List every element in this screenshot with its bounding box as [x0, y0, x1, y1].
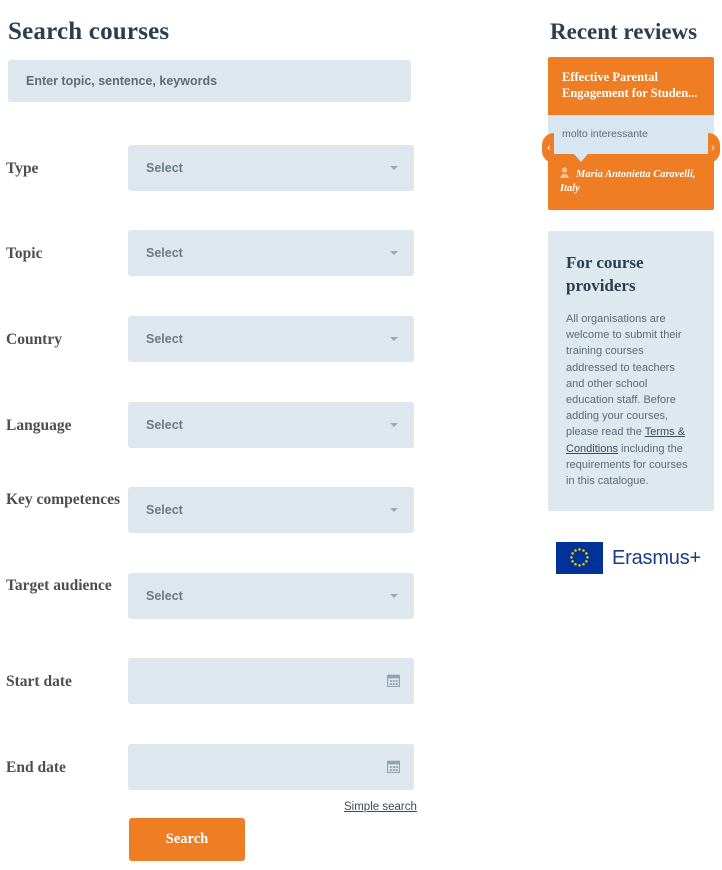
keyword-search-field[interactable]: [8, 60, 411, 102]
search-button[interactable]: Search: [129, 818, 245, 861]
review-course-title[interactable]: Effective Parental Engagement for Studen…: [548, 57, 714, 115]
start-date-input[interactable]: [128, 658, 414, 704]
providers-text-before-link: All organisations are welcome to submit …: [566, 313, 682, 439]
field-row-country: Country Select: [0, 316, 430, 362]
label-target-audience: Target audience: [6, 577, 112, 594]
label-end-date: End date: [6, 759, 66, 776]
simple-search-link[interactable]: Simple search: [344, 801, 417, 813]
select-topic[interactable]: Select: [128, 230, 414, 276]
recent-reviews-title: Recent reviews: [550, 19, 698, 44]
label-topic: Topic: [6, 245, 43, 262]
field-row-topic: Topic Select: [0, 230, 430, 276]
chevron-down-icon: [390, 337, 398, 341]
review-next-button[interactable]: ›: [708, 133, 720, 163]
select-target-audience-value: Select: [146, 589, 183, 603]
search-form-panel: Search courses Type Select Topic Select …: [0, 0, 430, 870]
search-input[interactable]: [8, 60, 411, 102]
erasmus-plus-logo: Erasmus+: [556, 538, 716, 578]
review-author: Maria Antonietta Caravelli, Italy: [548, 154, 714, 210]
select-type-value: Select: [146, 161, 183, 175]
chevron-down-icon: [390, 508, 398, 512]
chevron-down-icon: [390, 251, 398, 255]
end-date-input[interactable]: [128, 744, 414, 790]
field-row-start-date: Start date: [0, 658, 430, 704]
providers-title: For course providers: [566, 253, 644, 295]
providers-text: All organisations are welcome to submit …: [566, 311, 696, 489]
label-key-competences: Key competences: [6, 491, 121, 508]
select-type[interactable]: Select: [128, 145, 414, 191]
select-key-competences-value: Select: [146, 503, 183, 517]
select-language-value: Select: [146, 418, 183, 432]
label-language: Language: [6, 417, 72, 434]
review-card: Effective Parental Engagement for Studen…: [542, 57, 720, 210]
page-title: Search courses: [8, 18, 170, 45]
calendar-icon[interactable]: [387, 760, 400, 773]
sidebar: Recent reviews Effective Parental Engage…: [542, 0, 720, 574]
search-courses-page: Search courses Type Select Topic Select …: [0, 0, 722, 870]
select-country-value: Select: [146, 332, 183, 346]
for-course-providers-card: For course providers All organisations a…: [548, 231, 714, 512]
review-author-name: Maria Antonietta Caravelli, Italy: [560, 169, 696, 194]
field-row-end-date: End date: [0, 744, 430, 790]
select-language[interactable]: Select: [128, 402, 414, 448]
field-row-type: Type Select: [0, 145, 430, 191]
review-quote-bubble: molto interessante: [548, 115, 714, 162]
select-topic-value: Select: [146, 246, 183, 260]
select-target-audience[interactable]: Select: [128, 573, 414, 619]
review-quote-text: molto interessante: [562, 128, 648, 140]
person-icon: [560, 167, 569, 178]
chevron-down-icon: [390, 166, 398, 170]
field-row-target-audience: Target audience Select: [0, 573, 430, 619]
chevron-down-icon: [390, 423, 398, 427]
review-prev-button[interactable]: ‹: [542, 133, 554, 163]
calendar-icon[interactable]: [387, 674, 400, 687]
chevron-down-icon: [390, 594, 398, 598]
select-country[interactable]: Select: [128, 316, 414, 362]
field-row-language: Language Select: [0, 402, 430, 448]
field-row-key-competences: Key competences Select: [0, 487, 430, 533]
label-country: Country: [6, 331, 62, 348]
select-key-competences[interactable]: Select: [128, 487, 414, 533]
label-start-date: Start date: [6, 673, 72, 690]
eu-flag-icon: [556, 542, 603, 574]
erasmus-plus-wordmark: Erasmus+: [612, 546, 701, 569]
label-type: Type: [6, 160, 39, 177]
